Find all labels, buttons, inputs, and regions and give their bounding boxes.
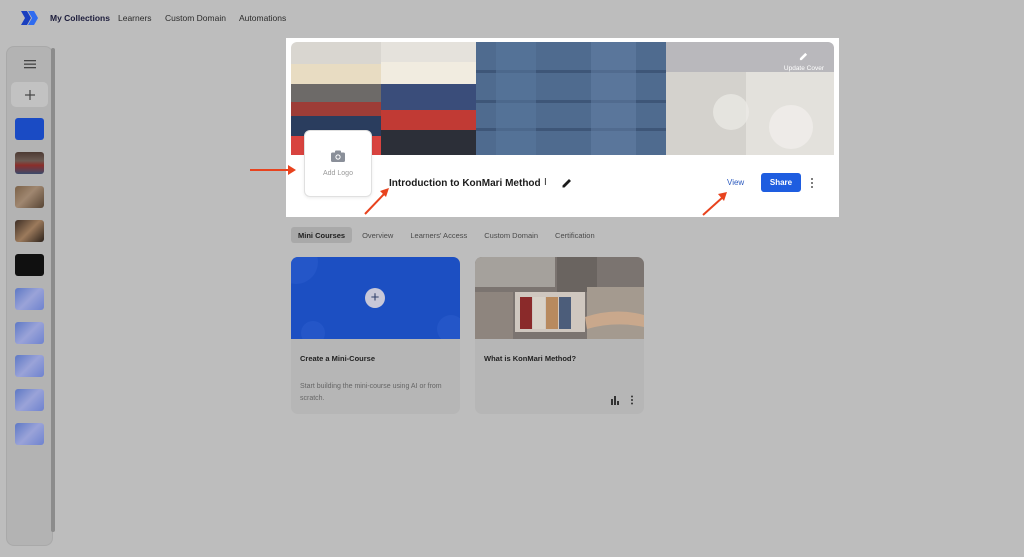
plus-icon: + [365,288,385,308]
collection-tabs: Mini Courses Overview Learners' Access C… [291,227,605,243]
create-card-hero: + [291,257,460,339]
collection-thumb[interactable] [15,423,44,445]
camera-icon [331,150,345,162]
collection-thumb[interactable] [15,288,44,310]
mini-course-thumbnail [475,257,644,339]
add-logo-label: Add Logo [323,170,353,177]
nav-custom-domain[interactable]: Custom Domain [165,13,226,23]
pencil-icon [800,52,808,61]
cover-image: Update Cover [291,42,834,155]
arrow-to-title [364,188,389,215]
arrow-to-add-logo [250,165,296,175]
text-cursor-icon: I [544,177,547,188]
tab-mini-courses[interactable]: Mini Courses [291,227,353,243]
edit-title-icon[interactable] [561,177,573,189]
collections-sidebar [6,46,53,546]
view-button[interactable]: View [727,178,744,187]
card-title: What is KonMari Method? [484,354,577,363]
card-title: Create a Mini-Course [300,354,376,363]
folding-clothes-image [475,257,644,339]
menu-icon [23,59,36,68]
nav-my-collections[interactable]: My Collections [50,13,110,23]
collection-thumb[interactable] [15,186,44,208]
bar-chart-icon[interactable] [610,395,620,405]
tab-certification[interactable]: Certification [548,227,602,243]
nav-learners[interactable]: Learners [118,13,152,23]
mini-course-card[interactable]: What is KonMari Method? [475,257,644,414]
more-options-icon[interactable] [630,395,634,405]
card-description: Start building the mini-course using AI … [300,383,442,402]
create-mini-course-card[interactable]: + Create a Mini-Course Start building th… [291,257,460,414]
tab-overview[interactable]: Overview [355,227,400,243]
collection-thumb[interactable] [15,118,44,140]
share-label: Share [769,178,793,187]
tab-custom-domain[interactable]: Custom Domain [477,227,545,243]
collection-thumb[interactable] [15,322,44,344]
more-options-icon[interactable] [808,177,816,189]
add-collection-button[interactable] [11,82,48,107]
update-cover-button[interactable]: Update Cover [784,52,824,72]
plus-icon [24,89,35,100]
tab-learners-access[interactable]: Learners' Access [403,227,474,243]
menu-button[interactable] [11,51,48,76]
collection-thumb[interactable] [15,152,44,174]
collection-thumb[interactable] [15,389,44,411]
share-button[interactable]: Share [761,173,801,192]
card-actions [610,395,634,405]
collection-thumb[interactable] [15,220,44,242]
collection-thumb[interactable] [15,355,44,377]
folded-clothes-cover [291,42,834,155]
collection-title[interactable]: Introduction to KonMari Method [389,178,541,189]
update-cover-label: Update Cover [783,65,824,72]
top-nav: My Collections Learners Custom Domain Au… [0,0,1024,36]
arrow-to-view [702,192,727,216]
nav-automations[interactable]: Automations [239,13,286,23]
app-logo[interactable] [18,7,40,29]
sidebar-scrollbar[interactable] [51,48,55,532]
collection-thumb[interactable] [15,254,44,276]
